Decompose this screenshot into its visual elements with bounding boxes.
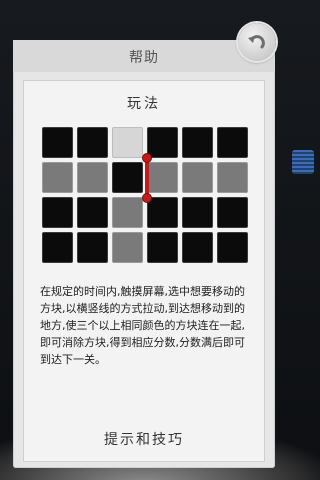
demo-cell (42, 127, 73, 158)
dialog-title: 帮助 (129, 50, 159, 66)
demo-cell (42, 162, 73, 193)
demo-cell-selected (112, 162, 143, 193)
demo-cell (217, 197, 248, 228)
demo-cell (182, 232, 213, 263)
tips-link[interactable]: 提示和技巧 (24, 429, 264, 449)
demo-board (42, 127, 248, 269)
help-dialog: 帮助 玩法 在规定的时间内,触摸屏幕,选中想要移动的方块,以横竖线的方式拉动,到… (13, 40, 275, 468)
demo-cell (42, 232, 73, 263)
demo-cell (217, 162, 248, 193)
demo-cell (217, 127, 248, 158)
demo-cell (77, 127, 108, 158)
demo-cell (112, 232, 143, 263)
demo-cell (112, 127, 143, 158)
demo-cell (182, 127, 213, 158)
demo-cell (77, 197, 108, 228)
demo-cell (42, 197, 73, 228)
back-arrow-icon (248, 35, 265, 49)
demo-cell (147, 232, 178, 263)
demo-cell (147, 127, 178, 158)
back-button[interactable] (238, 23, 276, 61)
demo-cell (77, 232, 108, 263)
instructions-text: 在规定的时间内,触摸屏幕,选中想要移动的方块,以横竖线的方式拉动,到达想移动到的… (40, 285, 245, 366)
background-game-element (292, 150, 314, 174)
demo-cell (77, 162, 108, 193)
howto-title: 玩法 (127, 96, 161, 112)
dialog-header: 帮助 (13, 40, 275, 72)
demo-cell (217, 232, 248, 263)
demo-cell (112, 197, 143, 228)
demo-cell (147, 162, 178, 193)
demo-cell (182, 197, 213, 228)
demo-cell (182, 162, 213, 193)
drag-handle-icon (143, 154, 151, 202)
help-content-panel: 玩法 在规定的时间内,触摸屏幕,选中想要移动的方块,以横竖线的方式拉动,到达想移… (23, 80, 265, 462)
demo-cell (147, 197, 178, 228)
